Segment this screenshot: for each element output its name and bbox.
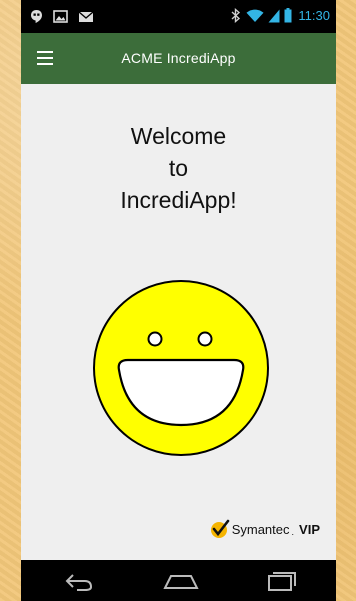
symantec-vip-logo: Symantec . VIP [210, 519, 320, 539]
app-bar: ACME IncrediApp [21, 33, 336, 84]
status-clock: 11:30 [298, 8, 330, 23]
gallery-icon [53, 10, 68, 23]
recents-icon [268, 572, 296, 591]
home-button[interactable] [161, 568, 201, 594]
back-icon [65, 574, 93, 591]
phone-screen: 11:30 ACME IncrediApp Welcome to Incredi… [21, 0, 336, 601]
hangouts-icon [31, 10, 42, 23]
welcome-heading: Welcome to IncrediApp! [21, 120, 336, 216]
welcome-line-3: IncrediApp! [120, 187, 237, 213]
home-icon [163, 575, 199, 589]
welcome-line-1: Welcome [130, 123, 227, 149]
smiley-left-eye [147, 331, 163, 347]
smiley-right-eye [197, 331, 213, 347]
navigation-bar [21, 560, 336, 601]
brand-suffix: VIP [299, 521, 320, 537]
welcome-line-2: to [168, 155, 189, 181]
brand-name: Symantec [231, 521, 290, 537]
status-bar: 11:30 [21, 0, 336, 33]
back-button[interactable] [59, 568, 99, 594]
battery-icon [284, 8, 292, 23]
bluetooth-icon [231, 8, 241, 23]
brand-dot: . [291, 526, 295, 537]
wifi-icon [246, 9, 264, 22]
recents-button[interactable] [261, 568, 301, 594]
app-title: ACME IncrediApp [121, 50, 236, 66]
status-left-icons [30, 9, 94, 24]
checkmark-logo-icon [210, 519, 230, 538]
main-content: Welcome to IncrediApp! Symantec . VIP [21, 84, 336, 560]
gmail-icon [78, 10, 94, 22]
signal-icon [268, 9, 280, 22]
status-right-icons: 11:30 [230, 8, 330, 23]
smiley-face-icon [93, 280, 269, 456]
